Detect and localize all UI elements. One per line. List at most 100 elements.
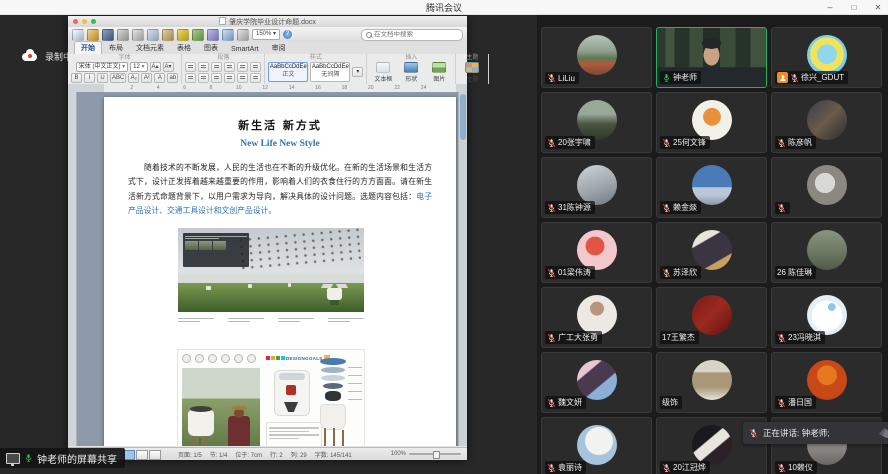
document-icon [219,17,226,25]
participant-avatar [692,360,732,400]
sharer-mic-on-icon [24,453,33,463]
toast-mic-muted-icon [749,428,758,438]
mac-close-icon [73,19,78,24]
participant-name: 苏泽欣 [673,267,697,278]
farmer-photo [228,416,250,446]
ribbon-tab-表格: 表格 [171,42,197,54]
decrease-indent-icon [224,62,235,72]
mic-muted-icon [777,463,786,473]
subscript-icon: A₂ [128,73,139,83]
participant-name: 20江冠烨 [673,462,706,473]
participant-tile[interactable]: 赖金燚 [656,157,767,218]
doc-paragraph: 随着技术的不断发展，人民的生活也在不断的升级优化。在新的生活场景和生活方式下，设… [128,161,432,219]
participant-name: 20张宇啸 [558,137,591,148]
bold-icon: B [71,73,82,83]
save-icon [102,29,114,41]
participant-namebar [775,202,790,214]
locust-swarm [238,228,362,272]
screen-share-banner: 钟老师的屏幕共享 [0,448,125,468]
mac-traffic-lights [73,19,96,24]
participant-tile[interactable]: 01梁伟涛 [541,222,652,283]
close-button[interactable] [872,1,884,13]
ribbon: 字体 宋体 (中文正文) ▾ 12 ▾ A▴ A▾ BIUABCA₂A²Aab … [68,54,467,85]
participant-name: 赖金燚 [673,202,697,213]
participant-namebar: 徐兴_GDUT [775,71,848,84]
shading-icon [250,73,261,83]
participant-tile[interactable]: 潘日国 [771,352,882,413]
zoom-slider [409,453,461,455]
themes-button: 主题 [459,62,485,83]
mic-muted-icon [790,73,799,83]
doc-subheading: New Life New Style [104,139,456,149]
ribbon-tab-布局: 布局 [103,42,129,54]
participant-tile[interactable]: 31陈钟源 [541,157,652,218]
participants-panel: LiLiu 钟老师 [537,14,888,474]
participant-namebar: 20江冠烨 [660,461,710,474]
participant-tile[interactable]: 25何文锋 [656,92,767,153]
participant-namebar: 25何文锋 [660,136,710,149]
minimize-button[interactable] [824,1,836,13]
mic-muted-icon [547,398,556,408]
participant-namebar: 10赖仪 [775,461,817,474]
grow-font-icon: A▴ [150,62,161,72]
search-icon [366,32,372,38]
participant-namebar: 17王繁杰 [660,331,699,344]
participant-namebar: 31陈钟源 [545,201,595,214]
redo-icon [207,29,219,41]
recording-indicator: 录制中 [22,50,72,63]
outline-view-icon [136,450,148,460]
image-captions [178,316,364,324]
columns-icon [237,29,249,41]
participant-avatar [692,230,732,270]
ribbon-tab-图表: 图表 [198,42,224,54]
participant-tile[interactable]: 徐兴_GDUT [771,27,882,88]
participant-avatar [577,100,617,140]
participant-namebar: 20张宇啸 [545,136,595,149]
participant-namebar: 魏文妍 [545,396,586,409]
participant-tile[interactable]: 袁丽诗 [541,417,652,474]
mic-muted-icon [547,268,556,278]
increase-indent-icon [237,62,248,72]
participant-tile[interactable] [771,157,882,218]
window-titlebar: 腾讯会议 [0,0,888,15]
word-toolbar: 150% ▾? [68,27,467,43]
screen-share-view[interactable]: 录制中 肇庆学院毕业设计命题.docx 150% ▾? 开始布局 [0,14,537,474]
participant-namebar: 袁丽诗 [545,461,586,474]
maximize-button[interactable] [848,1,860,13]
participant-avatar [807,165,847,205]
help-icon: ? [283,30,292,39]
participant-tile[interactable]: 苏泽欣 [656,222,767,283]
superscript-icon: A² [141,73,152,83]
font-name-select: 宋体 (中文正文) ▾ [76,62,128,72]
ribbon-group-themes: 主题 主题 [456,54,489,84]
ribbon-tab-审阅: 审阅 [266,42,292,54]
status-section: 节: 1/4 [210,450,228,459]
participant-tile[interactable]: 钟老师 [656,27,767,88]
participant-avatar [807,35,847,75]
align-right-icon [211,73,222,83]
participant-tile[interactable]: 陈彦帆 [771,92,882,153]
participant-namebar: LiLiu [545,72,579,84]
participant-namebar: 26 陈佳琳 [775,266,816,279]
participant-tile[interactable]: 广工大张勇 [541,287,652,348]
participant-tile[interactable]: 级饰 [656,352,767,413]
participant-name: 10赖仪 [788,462,813,473]
participant-tile[interactable]: 23冯晓淇 [771,287,882,348]
mac-zoom-icon [91,19,96,24]
participant-tile[interactable]: 20张宇啸 [541,92,652,153]
participant-avatar [807,295,847,335]
mic-muted-icon [777,203,786,213]
participant-tile[interactable]: 魏文妍 [541,352,652,413]
participant-namebar: 赖金燚 [660,201,701,214]
participant-tile[interactable]: 17王繁杰 [656,287,767,348]
themes-icon [465,62,479,73]
exploded-view [316,358,350,446]
paste-icon [162,29,174,41]
locust-device [327,288,342,300]
underline-icon: U [97,73,108,83]
table-icon [222,29,234,41]
participant-tile[interactable]: 26 陈佳琳 [771,222,882,283]
network-icon [879,428,888,438]
participant-tile[interactable]: LiLiu [541,27,652,88]
status-words: 字数: 145/141 [315,450,352,459]
